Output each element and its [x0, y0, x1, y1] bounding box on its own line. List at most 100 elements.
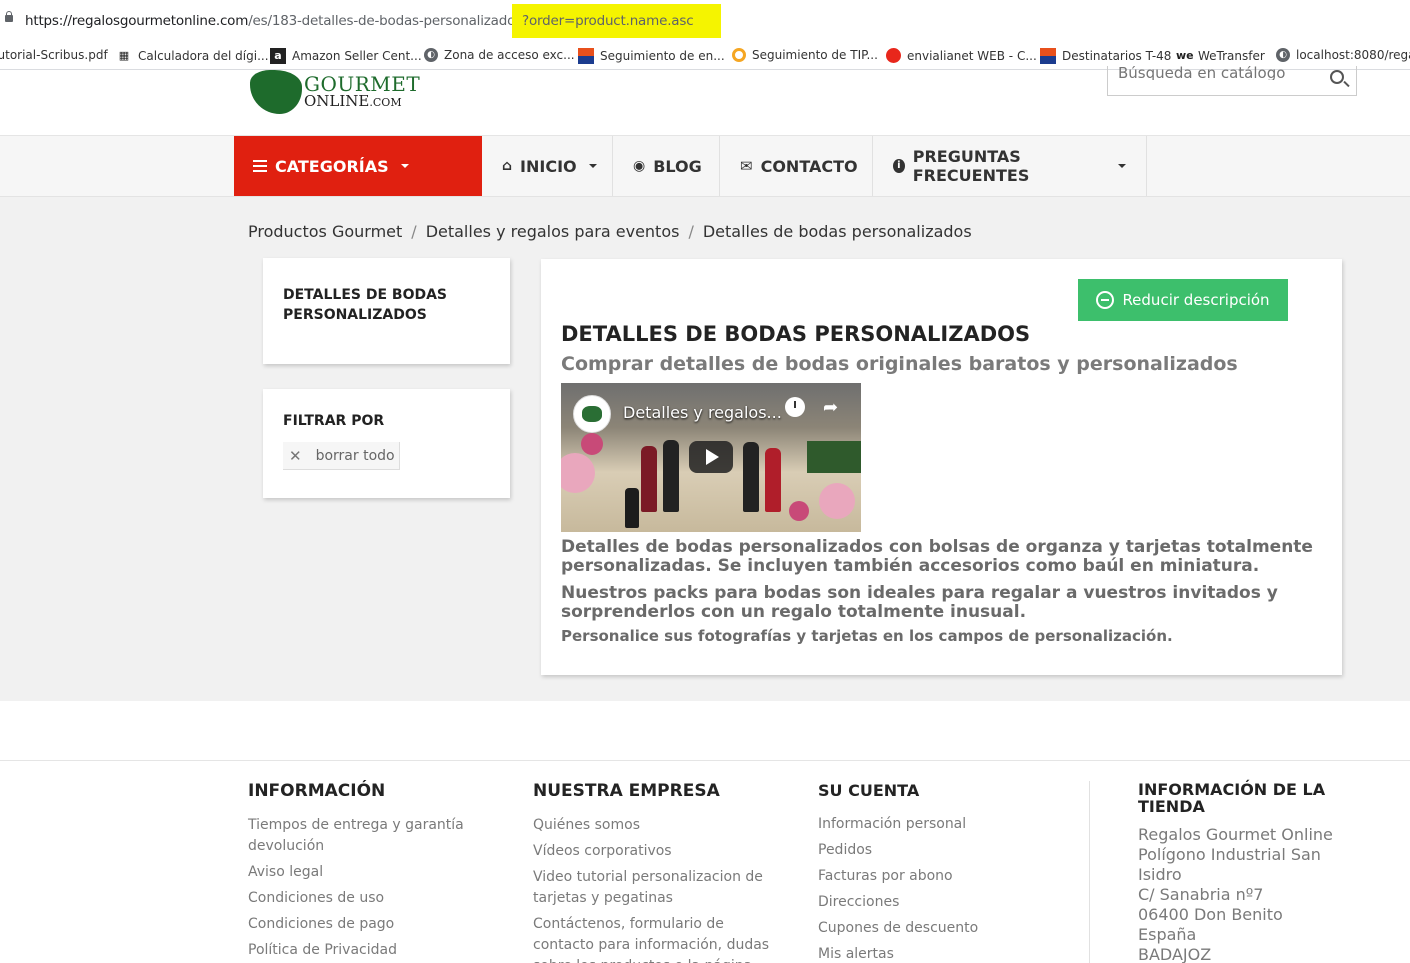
watch-later-icon[interactable] — [785, 397, 805, 417]
nav-item-label: PREGUNTAS FRECUENTES — [912, 147, 1030, 185]
footer-link[interactable]: Mis alertas — [818, 944, 1048, 963]
bookmark-label: Zona de acceso exc... — [444, 48, 575, 62]
category-description-card: Reducir descripción DETALLES DE BODAS PE… — [541, 259, 1342, 675]
home-icon: ⌂ — [502, 158, 513, 174]
logo-text-online: ONLINE.COM — [304, 92, 402, 110]
breadcrumb-link[interactable]: Detalles y regalos para eventos — [426, 222, 680, 241]
amazon-icon: a — [270, 48, 286, 64]
nav-item-label: INICIO — [520, 156, 577, 176]
address-line: 06400 Don Benito — [1138, 905, 1283, 924]
footer-link[interactable]: Video tutorial personalizacion de tarjet… — [533, 867, 783, 909]
nav-item-label: CONTACTO — [760, 156, 858, 176]
ring-icon — [732, 48, 746, 62]
categories-label: CATEGORÍAS — [275, 156, 389, 176]
address-line: Polígono Industrial San Isidro — [1138, 845, 1321, 884]
breadcrumb: Productos Gourmet / Detalles y regalos par… — [248, 222, 972, 241]
nav-item-blog[interactable]: ◉ BLOG — [613, 136, 720, 196]
site-logo[interactable]: GOURMET ONLINE.COM — [248, 70, 420, 118]
reduce-description-label: Reducir descripción — [1122, 291, 1270, 309]
footer-heading: INFORMACIÓN — [248, 781, 386, 801]
video-embed[interactable]: Detalles y regalos... ➦ — [561, 383, 861, 532]
description-paragraph: Personalice sus fotografías y tarjetas e… — [561, 627, 1173, 645]
bottle-illustration — [625, 488, 639, 528]
nav-item-contacto[interactable]: ✉ CONTACTO — [720, 136, 873, 196]
footer-link[interactable]: Facturas por abono — [818, 866, 1048, 887]
main-content-area: Productos Gourmet / Detalles y regalos par… — [0, 197, 1410, 701]
flower-decoration — [581, 433, 603, 455]
address-line: BADAJOZ — [1138, 945, 1212, 963]
reduce-description-button[interactable]: Reducir descripción — [1078, 279, 1288, 321]
share-icon[interactable]: ➦ — [823, 397, 838, 418]
nav-item-inicio[interactable]: ⌂ INICIO — [482, 136, 613, 196]
video-title[interactable]: Detalles y regalos... — [623, 403, 782, 422]
search-icon[interactable] — [1330, 70, 1344, 84]
footer-link[interactable]: Pedidos — [818, 840, 1048, 861]
figure-illustration — [663, 440, 679, 512]
category-heading: DETALLES DE BODAS PERSONALIZADOS — [561, 322, 1031, 346]
address-line: Regalos Gourmet Online — [1138, 825, 1333, 844]
bookmark-item[interactable]: Destinatarios T-48 — [1040, 48, 1171, 64]
browser-address-bar[interactable]: https://regalosgourmetonline.com/es/183-… — [0, 0, 1410, 42]
bookmark-item[interactable]: ▦ Calculadora del dígi... — [116, 48, 269, 64]
footer-link[interactable]: Vídeos corporativos — [533, 841, 783, 862]
footer-link[interactable]: Direcciones — [818, 892, 1048, 913]
address-line: España — [1138, 925, 1197, 944]
bookmark-item[interactable]: we WeTransfer — [1176, 48, 1265, 64]
footer-heading: NUESTRA EMPRESA — [533, 781, 720, 801]
footer-heading: INFORMACIÓN DE LA TIENDA — [1138, 780, 1326, 816]
breadcrumb-link[interactable]: Productos Gourmet — [248, 222, 402, 241]
url-query-highlighted: ?order=product.name.asc — [512, 4, 722, 38]
bookmark-label: Tutorial-Scribus.pdf — [0, 48, 108, 62]
play-icon[interactable] — [689, 441, 733, 473]
wetransfer-icon: we — [1176, 49, 1194, 62]
footer-link[interactable]: Política de Privacidad — [248, 940, 478, 961]
bookmark-label: Amazon Seller Cent... — [292, 49, 422, 63]
footer-link[interactable]: Condiciones de pago — [248, 914, 478, 935]
globe-icon: ◐ — [424, 48, 438, 62]
logo-map-shape — [250, 70, 302, 114]
footer-store-column: INFORMACIÓN DE LA TIENDA Regalos Gourmet… — [1089, 781, 1349, 963]
bookmark-label: Seguimiento de en... — [600, 49, 725, 63]
breadcrumb-current: Detalles de bodas personalizados — [702, 222, 972, 241]
footer-link[interactable]: Tiempos de entrega y garantía devolución — [248, 815, 478, 857]
close-icon: ✕ — [289, 446, 302, 465]
footer-link[interactable]: Contáctenos, formulario de contacto para… — [533, 914, 783, 963]
footer-link[interactable]: Quiénes somos — [533, 815, 783, 836]
breadcrumb-separator: / — [411, 222, 417, 241]
bookmark-item[interactable]: envialianet WEB - C... — [886, 48, 1037, 63]
bookmark-item[interactable]: Seguimiento de en... — [578, 48, 725, 64]
bookmark-label: WeTransfer — [1198, 49, 1265, 63]
nav-item-label: BLOG — [653, 156, 702, 176]
envelope-icon: ✉ — [740, 157, 753, 175]
bookmark-item[interactable]: Tutorial-Scribus.pdf — [0, 48, 108, 62]
caret-down-icon — [1118, 164, 1126, 168]
url-text[interactable]: https://regalosgourmetonline.com/es/183-… — [25, 4, 722, 38]
search-box[interactable] — [1107, 66, 1357, 96]
flower-decoration — [819, 483, 855, 519]
url-path: /es/183-detalles-de-bodas-personalizados — [248, 13, 523, 29]
footer-link[interactable]: Información personal — [818, 814, 1048, 835]
caret-down-icon — [588, 164, 597, 168]
search-input[interactable] — [1118, 66, 1318, 80]
category-title[interactable]: DETALLES DE BODAS PERSONALIZADOS — [283, 285, 483, 325]
footer-link[interactable]: Cupones de descuento — [818, 918, 1048, 939]
footer-link[interactable]: Condiciones de uso — [248, 888, 478, 909]
footer-account-column: SU CUENTA Información personal Pedidos F… — [818, 781, 1048, 963]
minus-circle-icon — [1096, 291, 1115, 309]
main-nav: CATEGORÍAS ⌂ INICIO ◉ BLOG ✉ CONTACTO i … — [0, 136, 1410, 197]
bookmark-item[interactable]: Seguimiento de TIP... — [732, 48, 878, 62]
bookmark-item[interactable]: ◐ Zona de acceso exc... — [424, 48, 575, 62]
footer-company-column: NUESTRA EMPRESA Quiénes somos Vídeos cor… — [533, 781, 783, 963]
nav-item-preguntas-frecuentes[interactable]: i PREGUNTAS FRECUENTES — [873, 136, 1147, 196]
bookmark-label: Destinatarios T-48 — [1062, 49, 1172, 63]
site-header: GOURMET ONLINE.COM — [0, 66, 1410, 136]
bookmark-item[interactable]: a Amazon Seller Cent... — [270, 48, 422, 64]
flower-decoration — [789, 501, 809, 521]
lock-icon — [5, 11, 13, 25]
bookmark-item[interactable]: ◐ localhost:8080/rega... — [1276, 48, 1410, 62]
bookmark-label: localhost:8080/rega... — [1296, 48, 1410, 62]
categories-menu-button[interactable]: CATEGORÍAS — [234, 136, 482, 196]
footer-link[interactable]: Aviso legal — [248, 862, 478, 883]
clear-all-filters-button[interactable]: ✕ borrar todo — [283, 442, 400, 470]
channel-avatar[interactable] — [573, 395, 611, 433]
